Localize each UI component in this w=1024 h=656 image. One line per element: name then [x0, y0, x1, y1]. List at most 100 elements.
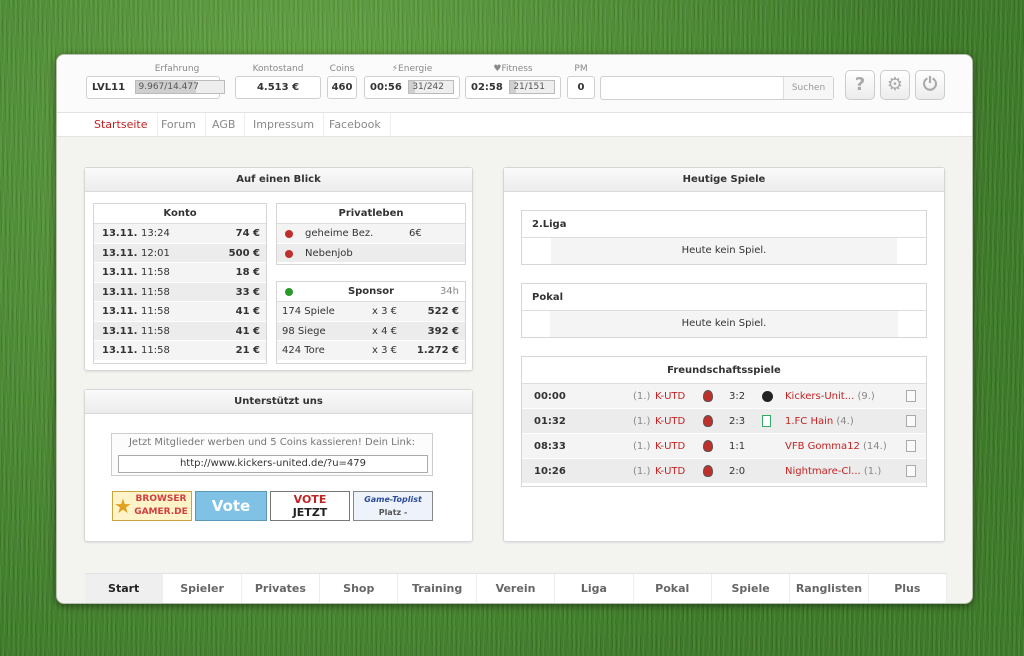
konto-date: 13.11.	[102, 306, 138, 317]
sponsor-table: Sponsor 34h 174 Spiele x 3 € 522 € 98 Siege…	[276, 281, 466, 364]
away-team[interactable]: 1.FC Hain	[785, 416, 833, 427]
referral-text: Jetzt Mitglieder werben und 5 Coins kass…	[128, 437, 415, 448]
fitness-label-wrap: ♥Fitness	[465, 63, 561, 75]
konto-label: Kontostand	[252, 64, 304, 74]
bottom-nav-spieler[interactable]: Spieler	[163, 574, 242, 603]
level-box[interactable]: LVL11 9.967/14.477	[86, 76, 225, 99]
konto-title: Konto	[94, 204, 266, 224]
games-title: Heutige Spiele	[504, 168, 944, 192]
bottom-nav-shop[interactable]: Shop	[320, 574, 399, 603]
match-time: 08:33	[534, 441, 566, 452]
bottom-nav-ranglisten[interactable]: Ranglisten	[790, 574, 869, 603]
nav-startseite[interactable]: Startseite	[85, 113, 158, 136]
level-value: LVL11	[92, 82, 126, 93]
pokal-title: Pokal	[522, 284, 926, 311]
sponsor-value: 522 €	[427, 306, 459, 317]
privat-row[interactable]: geheime Bez. 6€	[277, 224, 465, 244]
badge-gamer: GAMER.DE	[134, 507, 188, 517]
nav-forum[interactable]: Forum	[152, 113, 206, 136]
energie-time: 00:56	[370, 82, 402, 93]
blick-title: Auf einen Blick	[85, 168, 472, 192]
konto-stat: Kontostand	[235, 63, 321, 75]
referral-link-input[interactable]: http://www.kickers-united.de/?u=479	[118, 455, 428, 473]
konto-date: 13.11.	[102, 228, 138, 239]
fitness-box[interactable]: 02:58 21/151	[465, 76, 561, 99]
konto-box[interactable]: 4.513 €	[235, 76, 321, 99]
energie-label: Energie	[398, 64, 433, 74]
match-time: 00:00	[534, 391, 566, 402]
bottom-nav-privates[interactable]: Privates	[242, 574, 321, 603]
top-stats-bar: Erfahrung LVL11 9.967/14.477 Kontostand …	[57, 55, 972, 113]
away-rank: (9.)	[857, 391, 875, 402]
bottom-nav-pokal[interactable]: Pokal	[634, 574, 712, 603]
energie-box[interactable]: 00:56 31/242	[364, 76, 460, 99]
away-team[interactable]: Nightmare-Cl...	[785, 466, 861, 477]
friendly-row[interactable]: 00:00 (1.) K-UTD 3:2 Kickers-Unit... (9.)	[522, 384, 926, 409]
sponsor-mult: x 3 €	[372, 306, 397, 317]
match-score: 1:1	[729, 441, 746, 452]
sponsor-label: 424 Tore	[282, 345, 325, 356]
bottom-nav-plus[interactable]: Plus	[869, 574, 947, 603]
friendly-row[interactable]: 08:33 (1.) K-UTD 1:1 VFB Gomma12 (14.)	[522, 434, 926, 459]
friendly-row[interactable]: 01:32 (1.) K-UTD 2:3 1.FC Hain (4.)	[522, 409, 926, 434]
report-icon[interactable]	[906, 390, 916, 402]
power-icon[interactable]: ⏻	[915, 70, 945, 100]
report-icon[interactable]	[906, 415, 916, 427]
report-icon[interactable]	[906, 465, 916, 477]
nav-agb[interactable]: AGB	[203, 113, 246, 136]
nav-impressum[interactable]: Impressum	[244, 113, 325, 136]
home-rank: (1.)	[633, 466, 651, 477]
status-dot	[285, 249, 293, 258]
privat-value: 6€	[409, 228, 422, 239]
bottom-nav-verein[interactable]: Verein	[477, 574, 556, 603]
sponsor-label: 98 Siege	[282, 325, 326, 337]
friendly-rows: 00:00 (1.) K-UTD 3:2 Kickers-Unit... (9.) 01:…	[522, 384, 926, 484]
nav-facebook[interactable]: Facebook	[320, 113, 391, 136]
away-team[interactable]: Kickers-Unit...	[785, 391, 854, 402]
home-rank: (1.)	[633, 416, 651, 427]
status-dot	[285, 230, 293, 238]
search-button[interactable]: Suchen	[783, 77, 833, 99]
konto-amount: 21 €	[235, 345, 260, 356]
bottom-nav-liga[interactable]: Liga	[555, 574, 634, 603]
match-time: 10:26	[534, 466, 566, 477]
konto-amount: 500 €	[228, 247, 260, 259]
badge-vote: VOTE	[293, 493, 327, 506]
konto-row: 13.11. 11:58 41 €	[94, 321, 266, 341]
vote-badge[interactable]: Vote	[195, 491, 267, 521]
away-team[interactable]: VFB Gomma12	[785, 441, 860, 452]
friendly-row[interactable]: 10:26 (1.) K-UTD 2:0 Nightmare-Cl... (1.)	[522, 459, 926, 484]
away-rank: (14.)	[863, 441, 887, 452]
away-rank: (1.)	[863, 466, 882, 477]
vote-jetzt-badge[interactable]: VOTE JETZT	[270, 491, 350, 521]
privat-label: geheime Bez.	[305, 228, 374, 239]
help-icon[interactable]: ?	[845, 70, 875, 100]
coins-box[interactable]: 460	[327, 76, 357, 99]
konto-date: 13.11.	[102, 325, 138, 337]
badge-platz: Platz -	[378, 508, 408, 517]
bottom-nav-start[interactable]: Start	[85, 574, 164, 603]
coins-value: 460	[331, 82, 353, 93]
konto-time: 12:01	[141, 247, 170, 259]
privat-row[interactable]: Nebenjob	[277, 243, 465, 263]
home-team[interactable]: K-UTD	[655, 434, 685, 459]
gear-icon[interactable]: ⚙	[880, 70, 910, 100]
bottom-nav-spiele[interactable]: Spiele	[712, 574, 791, 603]
support-panel: Unterstützt uns Jetzt Mitglieder werben …	[84, 389, 473, 542]
home-team[interactable]: K-UTD	[655, 384, 685, 409]
konto-date: 13.11.	[102, 267, 138, 278]
support-title: Unterstützt uns	[85, 390, 472, 414]
pm-box[interactable]: 0	[567, 76, 595, 99]
bottom-nav-training[interactable]: Training	[398, 574, 477, 603]
away-wrap: Nightmare-Cl... (1.)	[785, 459, 881, 484]
liga-title: 2.Liga	[522, 211, 926, 238]
search-input[interactable]	[601, 77, 784, 99]
report-icon[interactable]	[906, 440, 916, 452]
home-team[interactable]: K-UTD	[655, 409, 685, 434]
browsergamer-badge[interactable]: ★ BROWSER GAMER.DE	[112, 491, 192, 521]
home-team[interactable]: K-UTD	[655, 459, 685, 484]
referral-box: Jetzt Mitglieder werben und 5 Coins kass…	[111, 433, 433, 476]
star-icon: ★	[114, 494, 132, 518]
game-toplist-badge[interactable]: Game-Toplist Platz -	[353, 491, 433, 521]
konto-date: 13.11.	[102, 247, 138, 259]
